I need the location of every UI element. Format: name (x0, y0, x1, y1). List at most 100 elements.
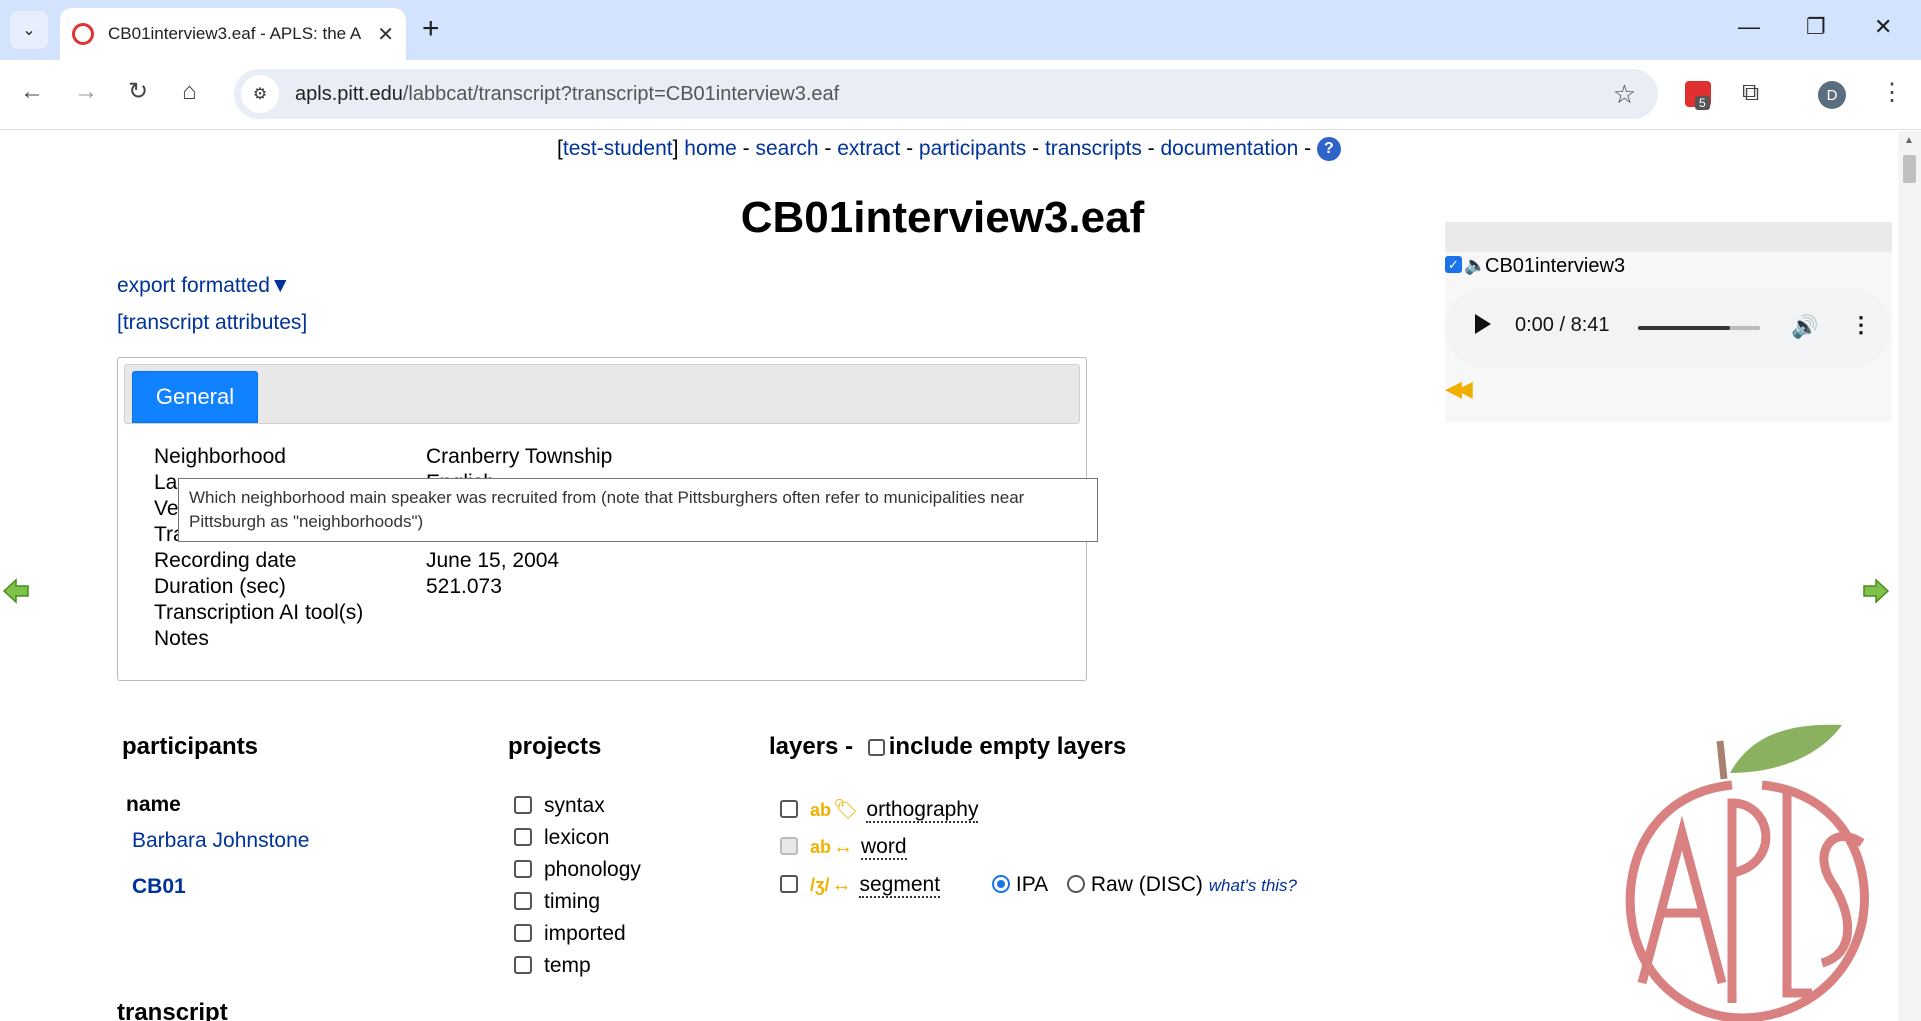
nav-home[interactable]: home (684, 137, 737, 160)
restore-icon[interactable]: ❐ (1806, 14, 1826, 40)
rewind-icon[interactable]: ◀◀ (1445, 376, 1473, 402)
seek-bar[interactable] (1638, 326, 1760, 330)
browser-toolbar: ← → ↻ ⌂ ⚙ apls.pitt.edu/labbcat/transcri… (0, 60, 1921, 130)
user-link[interactable]: test-student (563, 137, 673, 160)
transcript-attributes-link[interactable]: [transcript attributes] (117, 311, 307, 335)
nav-extract[interactable]: extract (837, 137, 900, 160)
extensions-puzzle-icon[interactable]: ⧉ (1742, 79, 1759, 107)
browser-tab[interactable]: CB01interview3.eaf - APLS: the A ✕ (60, 8, 406, 60)
back-icon[interactable]: ← (20, 78, 44, 106)
export-formatted-link[interactable]: export formatted▼ (117, 274, 291, 298)
volume-icon[interactable]: 🔊 (1791, 314, 1818, 340)
attr-label: Neighborhood (154, 445, 286, 468)
reload-icon[interactable]: ↻ (128, 78, 148, 106)
arrows-icon: ↔ (833, 836, 854, 858)
media-checkbox[interactable]: ✓ (1445, 256, 1462, 273)
scroll-up-arrow-icon[interactable]: ▲ (1904, 135, 1914, 146)
checkbox[interactable] (780, 800, 798, 818)
next-arrow-icon[interactable] (1862, 577, 1890, 605)
include-empty-layers-checkbox[interactable] (867, 739, 885, 756)
time-display: 0:00 / 8:41 (1515, 314, 1610, 336)
attr-value: Cranberry Township (426, 445, 613, 468)
speaker-icon: 🔈 (1464, 255, 1487, 275)
attr-label: Notes (154, 627, 209, 650)
browser-tab-bar: ⌄ CB01interview3.eaf - APLS: the A ✕ + —… (0, 0, 1921, 60)
layer-segment[interactable]: /ʒ/↔ segment IPA Raw (DISC) what's this? (780, 873, 1297, 898)
checkbox[interactable] (514, 956, 532, 974)
browser-menu-icon[interactable]: ⋮ (1880, 78, 1904, 107)
layer-orthography[interactable]: ab 🏷 orthography (780, 797, 979, 823)
attr-label: La (154, 471, 178, 494)
attr-label: Recording date (154, 549, 297, 572)
media-name: CB01interview3 (1485, 255, 1626, 277)
profile-avatar[interactable]: D (1818, 81, 1846, 109)
neighborhood-tooltip: Which neighborhood main speaker was recr… (178, 478, 1098, 542)
attr-value: June 15, 2004 (426, 549, 560, 572)
media-header-bar (1445, 222, 1892, 252)
volume-fill (1638, 326, 1730, 330)
checkbox-checked-disabled (780, 837, 798, 855)
previous-arrow-icon[interactable] (2, 577, 30, 605)
layers-heading: layers - include empty layers (769, 733, 1127, 760)
top-navigation: [test-student] home - search - extract -… (0, 137, 1898, 161)
site-info-icon[interactable]: ⚙ (241, 75, 279, 113)
tab-title: CB01interview3.eaf - APLS: the A (108, 24, 362, 43)
triangle-down-icon: ▼ (269, 274, 291, 297)
audio-player: 0:00 / 8:41 🔊 ⋮ (1445, 288, 1890, 368)
project-item[interactable]: temp (514, 954, 591, 978)
project-item[interactable]: timing (514, 890, 600, 914)
apple-favicon-icon (72, 23, 94, 45)
scroll-thumb[interactable] (1903, 155, 1916, 183)
url-text[interactable]: apls.pitt.edu/labbcat/transcript?transcr… (295, 83, 839, 106)
page-scrollbar[interactable]: ▲ (1898, 131, 1921, 1021)
attr-value: 521.073 (426, 575, 502, 598)
participant-link[interactable]: Barbara Johnstone (132, 829, 309, 853)
checkbox[interactable] (514, 892, 532, 910)
tab-general[interactable]: General (132, 371, 258, 423)
participant-link[interactable]: CB01 (132, 875, 186, 899)
attr-label: Ve (154, 497, 179, 520)
nav-search[interactable]: search (756, 137, 819, 160)
tab-close-icon[interactable]: ✕ (377, 22, 394, 47)
checkbox[interactable] (514, 860, 532, 878)
new-tab-button[interactable]: + (422, 14, 440, 44)
minimize-icon[interactable]: — (1738, 14, 1760, 40)
nav-documentation[interactable]: documentation (1161, 137, 1299, 160)
projects-heading: projects (508, 733, 602, 760)
project-item[interactable]: lexicon (514, 826, 609, 850)
tab-list-button[interactable]: ⌄ (10, 11, 48, 49)
home-icon[interactable]: ⌂ (182, 78, 197, 106)
bookmark-star-icon[interactable]: ☆ (1613, 79, 1636, 110)
player-menu-icon[interactable]: ⋮ (1850, 312, 1872, 338)
nav-participants[interactable]: participants (919, 137, 1026, 160)
checkbox[interactable] (780, 875, 798, 893)
whats-this-link[interactable]: what's this? (1209, 876, 1297, 895)
media-panel: ✓ 🔈 CB01interview3 0:00 / 8:41 🔊 ⋮ ◀◀ (1445, 222, 1892, 522)
page-content: [test-student] home - search - extract -… (0, 131, 1898, 1021)
extension-badge: 5 (1695, 96, 1710, 110)
include-empty-layers-label: include empty layers (888, 733, 1127, 760)
checkbox[interactable] (514, 796, 532, 814)
play-icon[interactable] (1475, 314, 1491, 334)
raw-disc-option[interactable]: Raw (DISC) (1066, 873, 1203, 896)
participants-heading: participants (122, 733, 259, 760)
checkbox[interactable] (514, 828, 532, 846)
radio-selected[interactable] (991, 875, 1010, 893)
arrows-icon: ↔ (831, 874, 852, 896)
attributes-tab-strip: General (124, 364, 1080, 424)
help-icon[interactable]: ? (1316, 137, 1341, 161)
project-item[interactable]: imported (514, 922, 626, 946)
radio[interactable] (1066, 875, 1085, 893)
checkbox[interactable] (514, 924, 532, 942)
project-item[interactable]: phonology (514, 858, 641, 882)
layer-word[interactable]: ab ↔ word (780, 835, 907, 860)
tag-icon: 🏷 (833, 799, 859, 821)
transcript-heading: transcript (117, 999, 228, 1021)
forward-icon[interactable]: → (74, 78, 98, 106)
close-window-icon[interactable]: ✕ (1874, 14, 1892, 40)
project-item[interactable]: syntax (514, 794, 605, 818)
name-column-header: name (126, 793, 181, 816)
nav-transcripts[interactable]: transcripts (1045, 137, 1142, 160)
address-bar[interactable]: ⚙ apls.pitt.edu/labbcat/transcript?trans… (234, 69, 1658, 119)
ipa-option[interactable]: IPA (991, 873, 1047, 896)
